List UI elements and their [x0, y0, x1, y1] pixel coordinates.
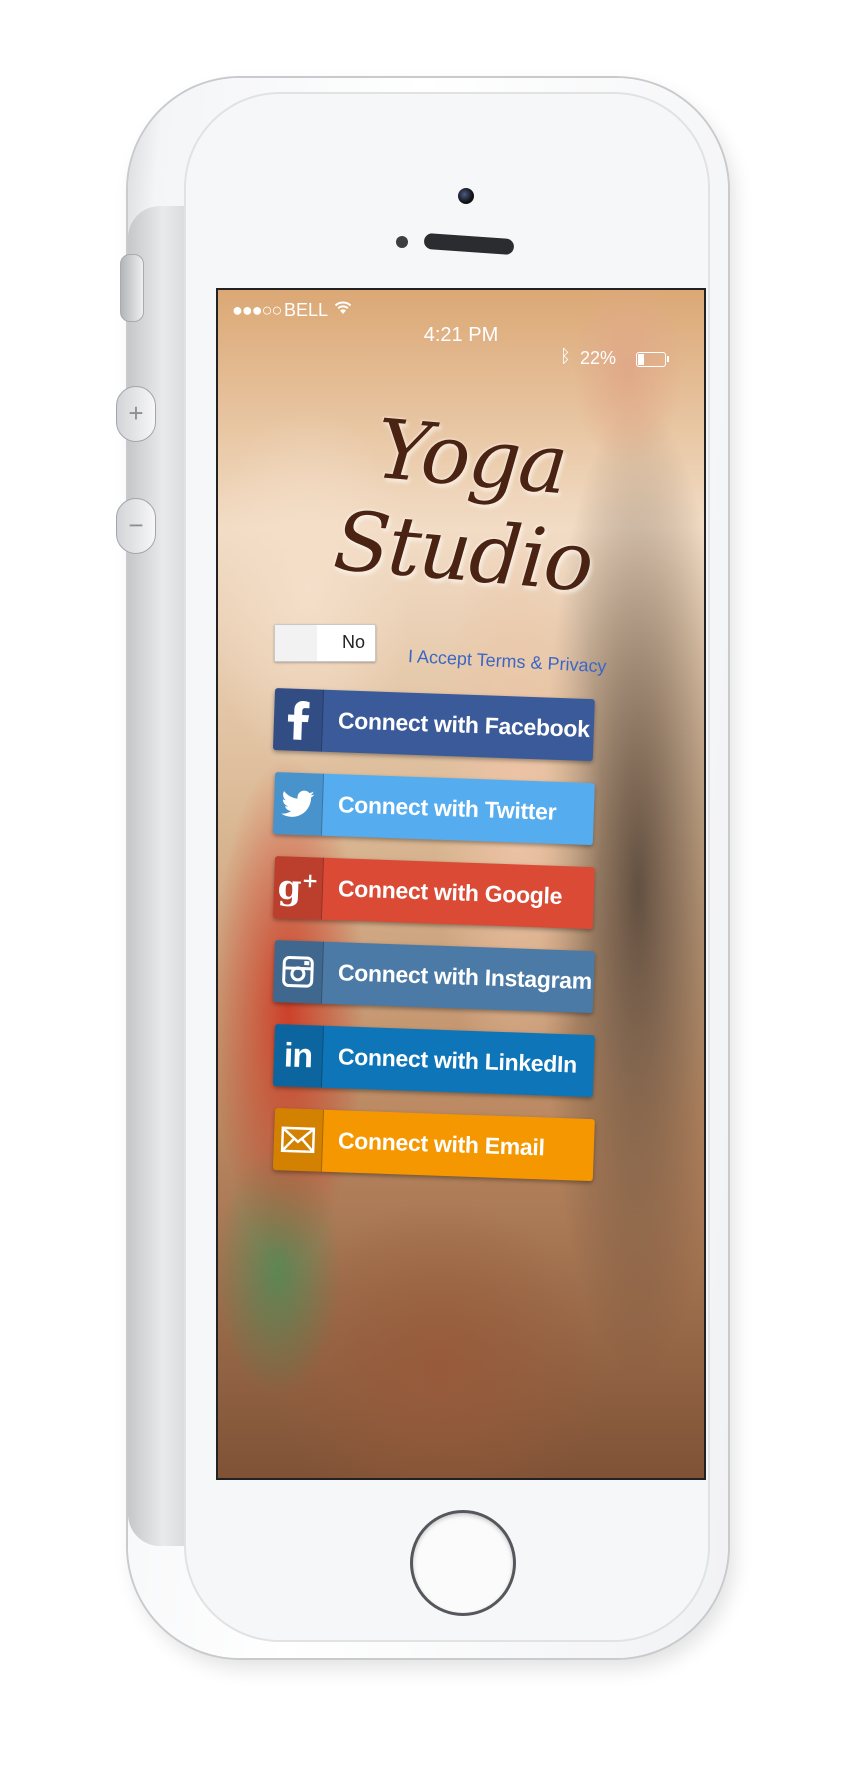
toggle-value: No	[341, 632, 365, 652]
front-camera	[458, 188, 474, 204]
status-bar: ●●●○○ BELL 4:21 PM ᛒ 22%	[218, 290, 704, 368]
google-plus-icon: g+	[272, 856, 325, 920]
battery-percent: 22%	[580, 348, 617, 368]
app-screen: ●●●○○ BELL 4:21 PM ᛒ 22% Yoga Studio No …	[216, 288, 706, 1480]
bluetooth-icon: ᛒ	[560, 346, 571, 366]
connect-email-button[interactable]: Connect with Email	[272, 1108, 595, 1182]
instagram-label: Connect with Instagram	[337, 959, 593, 995]
proximity-sensor	[396, 236, 408, 248]
volume-down-button: −	[116, 498, 156, 554]
battery-icon	[636, 352, 669, 367]
twitter-icon	[272, 772, 325, 836]
signal-strength: ●●●○○	[232, 300, 282, 320]
connect-twitter-button[interactable]: Connect with Twitter	[272, 772, 595, 846]
google-label: Connect with Google	[337, 875, 563, 910]
mute-switch	[120, 254, 144, 322]
wifi-icon	[334, 301, 352, 314]
instagram-icon	[272, 940, 325, 1004]
email-icon	[272, 1108, 325, 1172]
linkedin-icon: in	[272, 1024, 325, 1088]
terms-toggle[interactable]: No	[274, 624, 376, 662]
app-title: Yoga Studio	[330, 402, 596, 611]
connect-facebook-button[interactable]: Connect with Facebook	[272, 688, 595, 762]
facebook-label: Connect with Facebook	[337, 707, 591, 743]
carrier-label: BELL	[284, 300, 329, 320]
connect-instagram-button[interactable]: Connect with Instagram	[272, 940, 595, 1014]
twitter-label: Connect with Twitter	[337, 791, 557, 825]
facebook-icon	[272, 688, 325, 752]
home-button[interactable]	[410, 1510, 516, 1616]
connect-linkedin-button[interactable]: in Connect with LinkedIn	[272, 1024, 595, 1098]
toggle-knob	[275, 625, 317, 661]
volume-up-button: +	[116, 386, 156, 442]
connect-google-button[interactable]: g+ Connect with Google	[272, 856, 595, 930]
email-label: Connect with Email	[337, 1127, 546, 1161]
linkedin-label: Connect with LinkedIn	[337, 1043, 578, 1078]
clock: 4:21 PM	[423, 324, 499, 346]
